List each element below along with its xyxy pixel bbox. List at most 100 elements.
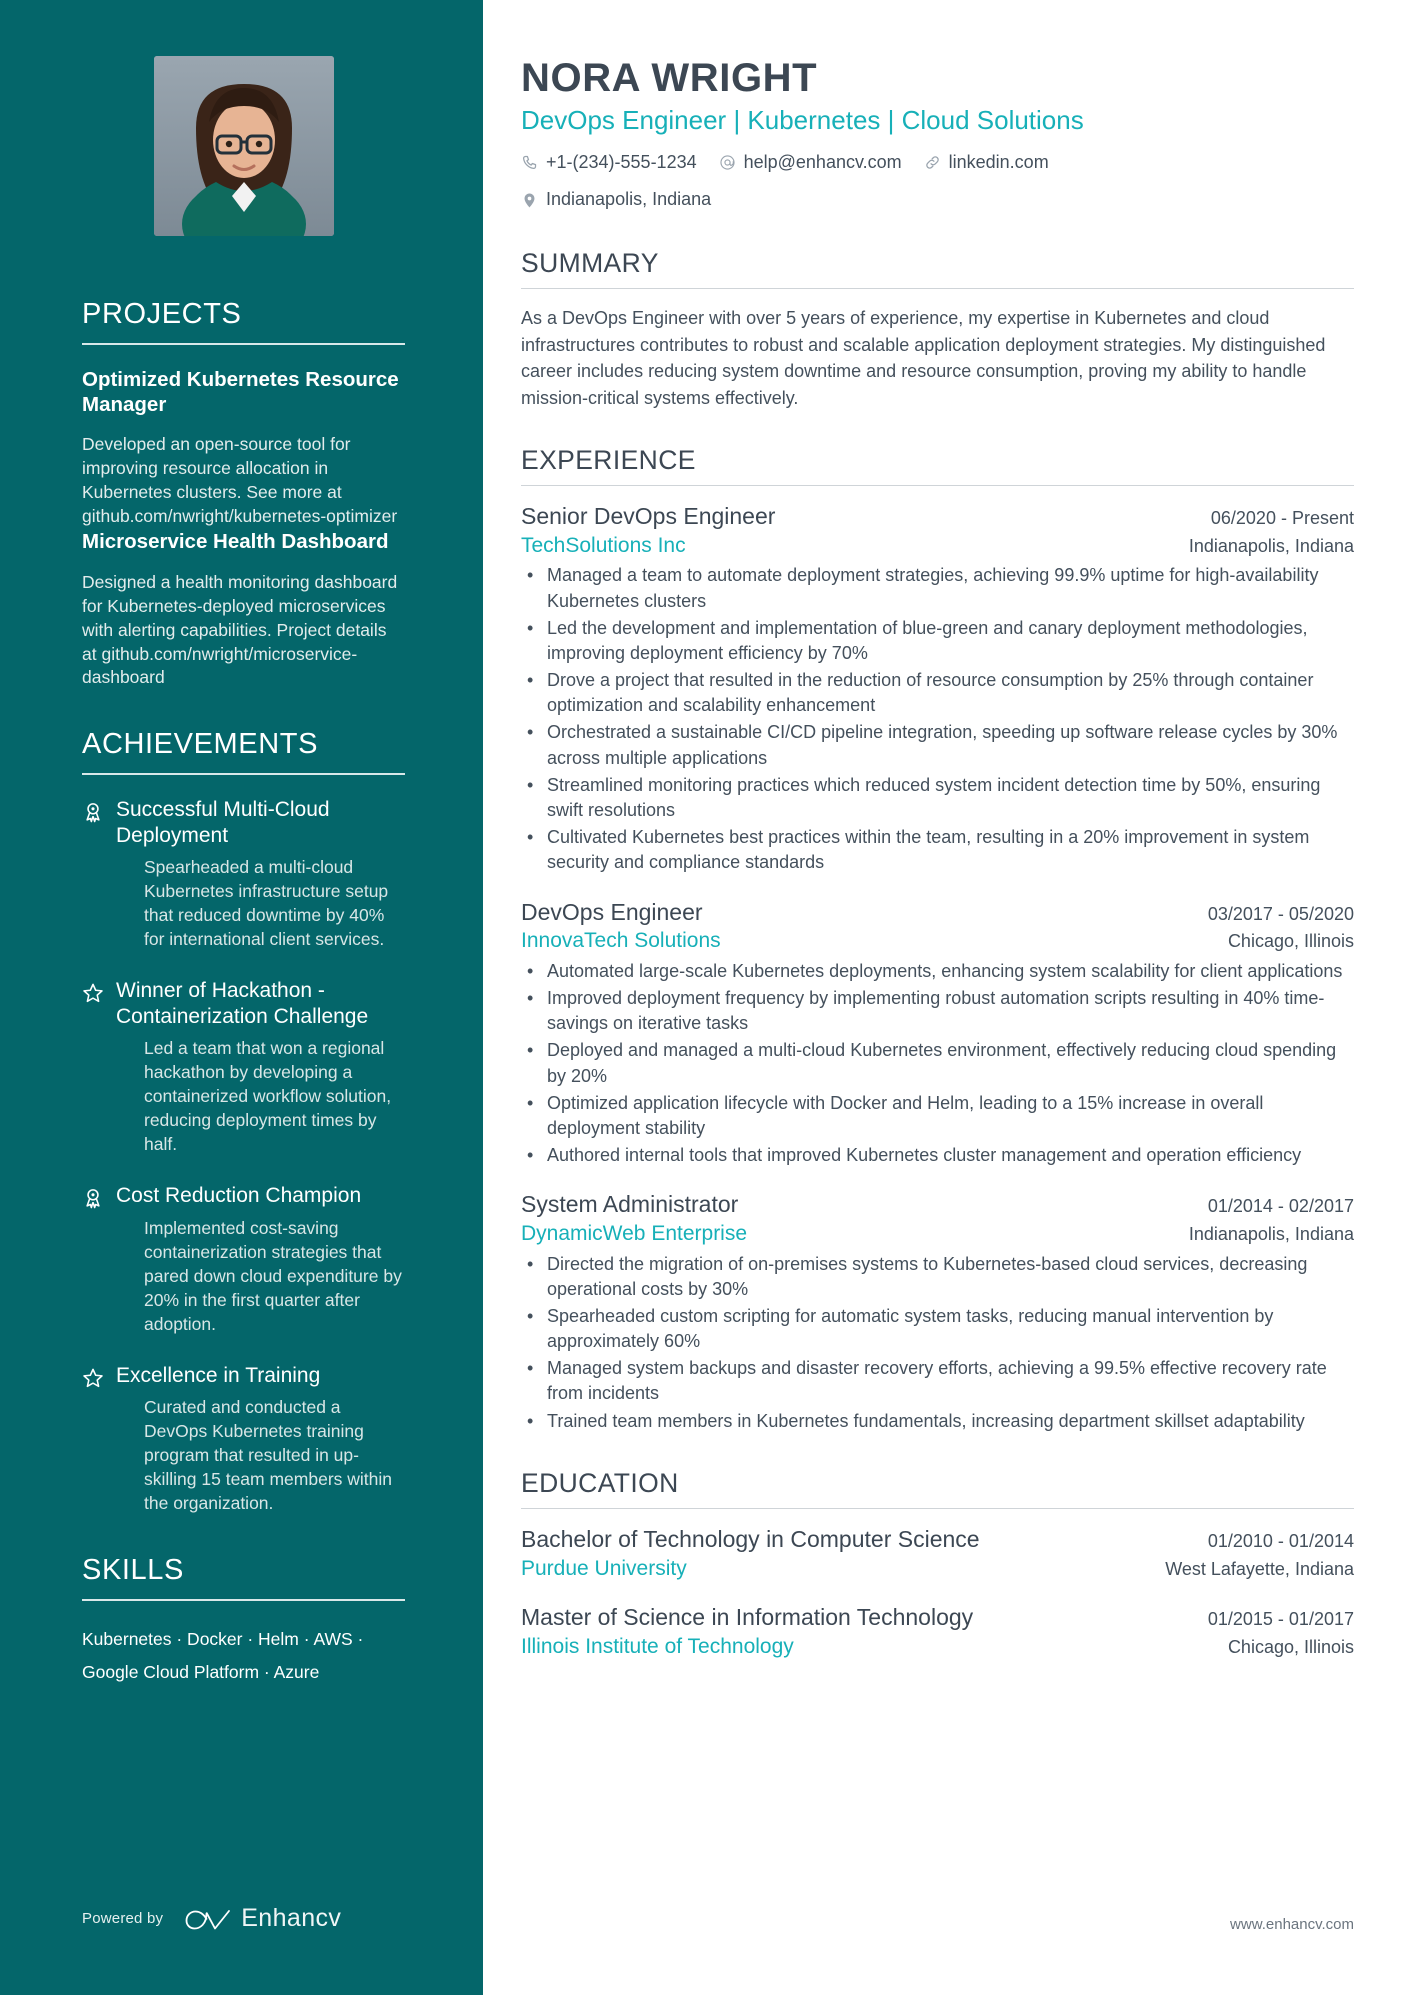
- section-summary: SUMMARY As a DevOps Engineer with over 5…: [521, 248, 1354, 411]
- portrait-illustration: [153, 56, 334, 236]
- job-bullet: Streamlined monitoring practices which r…: [521, 773, 1354, 823]
- achievement-description: Spearheaded a multi-cloud Kubernetes inf…: [144, 857, 389, 950]
- school-location: West Lafayette, Indiana: [1165, 1558, 1354, 1579]
- job-bullet: Led the development and implementation o…: [521, 616, 1354, 666]
- achievement-item: Winner of Hackathon - Containerization C…: [82, 978, 405, 1157]
- achievement-item: Excellence in Training Curated and condu…: [82, 1363, 405, 1516]
- summary-text: As a DevOps Engineer with over 5 years o…: [521, 308, 1326, 408]
- education-heading: EDUCATION: [521, 1467, 679, 1498]
- job-location: Chicago, Illinois: [1227, 931, 1354, 952]
- experience-heading: EXPERIENCE: [521, 445, 696, 476]
- job-company: InnovaTech Solutions: [521, 929, 721, 953]
- job-bullet: Authored internal tools that improved Ku…: [521, 1143, 1354, 1168]
- project-title: Microservice Health Dashboard: [82, 530, 389, 554]
- achievements-heading: ACHIEVEMENTS: [82, 728, 319, 761]
- achievement-item: Successful Multi-Cloud Deployment Spearh…: [82, 797, 405, 952]
- project-item: Microservice Health Dashboard Designed a…: [82, 529, 405, 690]
- sidebar: PROJECTS Optimized Kubernetes Resource M…: [0, 0, 483, 1995]
- achievements-divider: [82, 773, 405, 775]
- job-bullet: Deployed and managed a multi-cloud Kuber…: [521, 1038, 1354, 1088]
- achievement-description: Led a team that won a regional hackathon…: [144, 1038, 392, 1155]
- job-bullets: Automated large-scale Kubernetes deploym…: [521, 959, 1354, 1169]
- job-company: TechSolutions Inc: [521, 533, 686, 557]
- award-rosette-icon: [82, 797, 112, 952]
- avatar: [153, 56, 334, 236]
- job-bullet: Trained team members in Kubernetes funda…: [521, 1409, 1354, 1434]
- job-location: Indianapolis, Indiana: [1188, 535, 1354, 556]
- sidebar-section-achievements: ACHIEVEMENTS Successful Multi-Cloud Depl…: [82, 728, 405, 1516]
- section-experience: EXPERIENCE Senior DevOps Engineer 06/202…: [521, 445, 1354, 1434]
- degree-title: Master of Science in Information Technol…: [521, 1604, 974, 1631]
- sidebar-footer: Powered by Enhancv: [82, 1904, 341, 1933]
- achievement-title: Successful Multi-Cloud Deployment: [116, 797, 330, 847]
- projects-heading: PROJECTS: [82, 298, 242, 330]
- experience-entry: Senior DevOps Engineer 06/2020 - Present…: [521, 502, 1354, 875]
- main-content: NORA WRIGHT DevOps Engineer | Kubernetes…: [483, 0, 1410, 1995]
- page-title: NORA WRIGHT: [521, 56, 818, 100]
- job-bullets: Managed a team to automate deployment st…: [521, 563, 1354, 875]
- contact-email[interactable]: help@enhancv.com: [719, 149, 902, 177]
- powered-by-label: Powered by: [82, 1910, 164, 1927]
- enhancv-logo: Enhancv: [185, 1904, 341, 1933]
- section-education: EDUCATION Bachelor of Technology in Comp…: [521, 1468, 1354, 1661]
- school-location: Chicago, Illinois: [1227, 1636, 1354, 1657]
- contact-phone-text: +1-(234)-555-1234: [546, 151, 697, 172]
- achievement-title: Excellence in Training: [116, 1363, 321, 1387]
- contact-email-text: help@enhancv.com: [743, 151, 902, 172]
- profile-photo-wrap: [82, 56, 405, 236]
- sidebar-section-skills: SKILLS Kubernetes · Docker · Helm · AWS …: [82, 1554, 405, 1689]
- contact-location-text: Indianapolis, Indiana: [546, 189, 712, 210]
- resume-page: PROJECTS Optimized Kubernetes Resource M…: [0, 0, 1410, 1995]
- skills-line: Google Cloud Platform · Azure: [82, 1661, 320, 1682]
- project-description: Designed a health monitoring dashboard f…: [82, 571, 398, 688]
- job-location: Indianapolis, Indiana: [1188, 1224, 1354, 1245]
- website-footer: www.enhancv.com: [1230, 1916, 1354, 1933]
- job-date: 01/2014 - 02/2017: [1207, 1196, 1354, 1217]
- enhancv-wordmark: Enhancv: [241, 1904, 342, 1932]
- school-name: Illinois Institute of Technology: [521, 1634, 794, 1658]
- project-title: Optimized Kubernetes Resource Manager: [82, 367, 399, 416]
- summary-heading: SUMMARY: [521, 248, 659, 279]
- education-title-row: Bachelor of Technology in Computer Scien…: [521, 1525, 1354, 1555]
- link-icon: [925, 156, 939, 169]
- experience-entry: DevOps Engineer 03/2017 - 05/2020 Innova…: [521, 898, 1354, 1169]
- email-icon: [720, 155, 735, 170]
- job-company: DynamicWeb Enterprise: [521, 1222, 748, 1246]
- projects-divider: [82, 343, 405, 345]
- job-bullet: Automated large-scale Kubernetes deploym…: [521, 959, 1354, 984]
- contact-row: +1-(234)-555-1234 help@enhancv.com linke…: [521, 149, 1354, 215]
- job-bullet: Managed system backups and disaster reco…: [521, 1356, 1354, 1406]
- skills-line: Kubernetes · Docker · Helm · AWS ·: [82, 1628, 364, 1649]
- job-title: System Administrator: [521, 1191, 739, 1218]
- skills-divider: [82, 1599, 405, 1601]
- degree-date: 01/2010 - 01/2014: [1207, 1530, 1354, 1551]
- job-bullet: Managed a team to automate deployment st…: [521, 563, 1354, 613]
- experience-company-row: DynamicWeb Enterprise Indianapolis, Indi…: [521, 1220, 1354, 1248]
- achievement-description: Implemented cost-saving containerization…: [144, 1217, 402, 1334]
- project-description: Developed an open-source tool for improv…: [82, 434, 398, 527]
- experience-divider: [521, 485, 1354, 487]
- contact-linkedin[interactable]: linkedin.com: [924, 149, 1049, 177]
- achievement-item: Cost Reduction Champion Implemented cost…: [82, 1183, 405, 1336]
- contact-phone[interactable]: +1-(234)-555-1234: [521, 149, 697, 177]
- education-title-row: Master of Science in Information Technol…: [521, 1603, 1354, 1633]
- achievement-title: Winner of Hackathon - Containerization C…: [116, 979, 369, 1028]
- experience-company-row: TechSolutions Inc Indianapolis, Indiana: [521, 532, 1354, 560]
- achievement-title: Cost Reduction Champion: [116, 1184, 362, 1208]
- experience-title-row: Senior DevOps Engineer 06/2020 - Present: [521, 502, 1354, 532]
- job-bullet: Improved deployment frequency by impleme…: [521, 986, 1354, 1036]
- education-entry: Master of Science in Information Technol…: [521, 1603, 1354, 1661]
- job-bullet: Orchestrated a sustainable CI/CD pipelin…: [521, 720, 1354, 770]
- education-school-row: Illinois Institute of Technology Chicago…: [521, 1633, 1354, 1661]
- achievement-description: Curated and conducted a DevOps Kubernete…: [144, 1397, 393, 1514]
- resume-header: NORA WRIGHT DevOps Engineer | Kubernetes…: [521, 56, 1354, 214]
- project-item: Optimized Kubernetes Resource Manager De…: [82, 367, 405, 530]
- enhancv-mark-icon: [185, 1909, 231, 1929]
- education-entry: Bachelor of Technology in Computer Scien…: [521, 1525, 1354, 1583]
- education-divider: [521, 1507, 1354, 1509]
- phone-icon: [522, 155, 537, 169]
- job-date: 03/2017 - 05/2020: [1207, 903, 1354, 924]
- school-name: Purdue University: [521, 1556, 687, 1580]
- award-rosette-icon: [82, 1183, 112, 1336]
- experience-title-row: DevOps Engineer 03/2017 - 05/2020: [521, 898, 1354, 928]
